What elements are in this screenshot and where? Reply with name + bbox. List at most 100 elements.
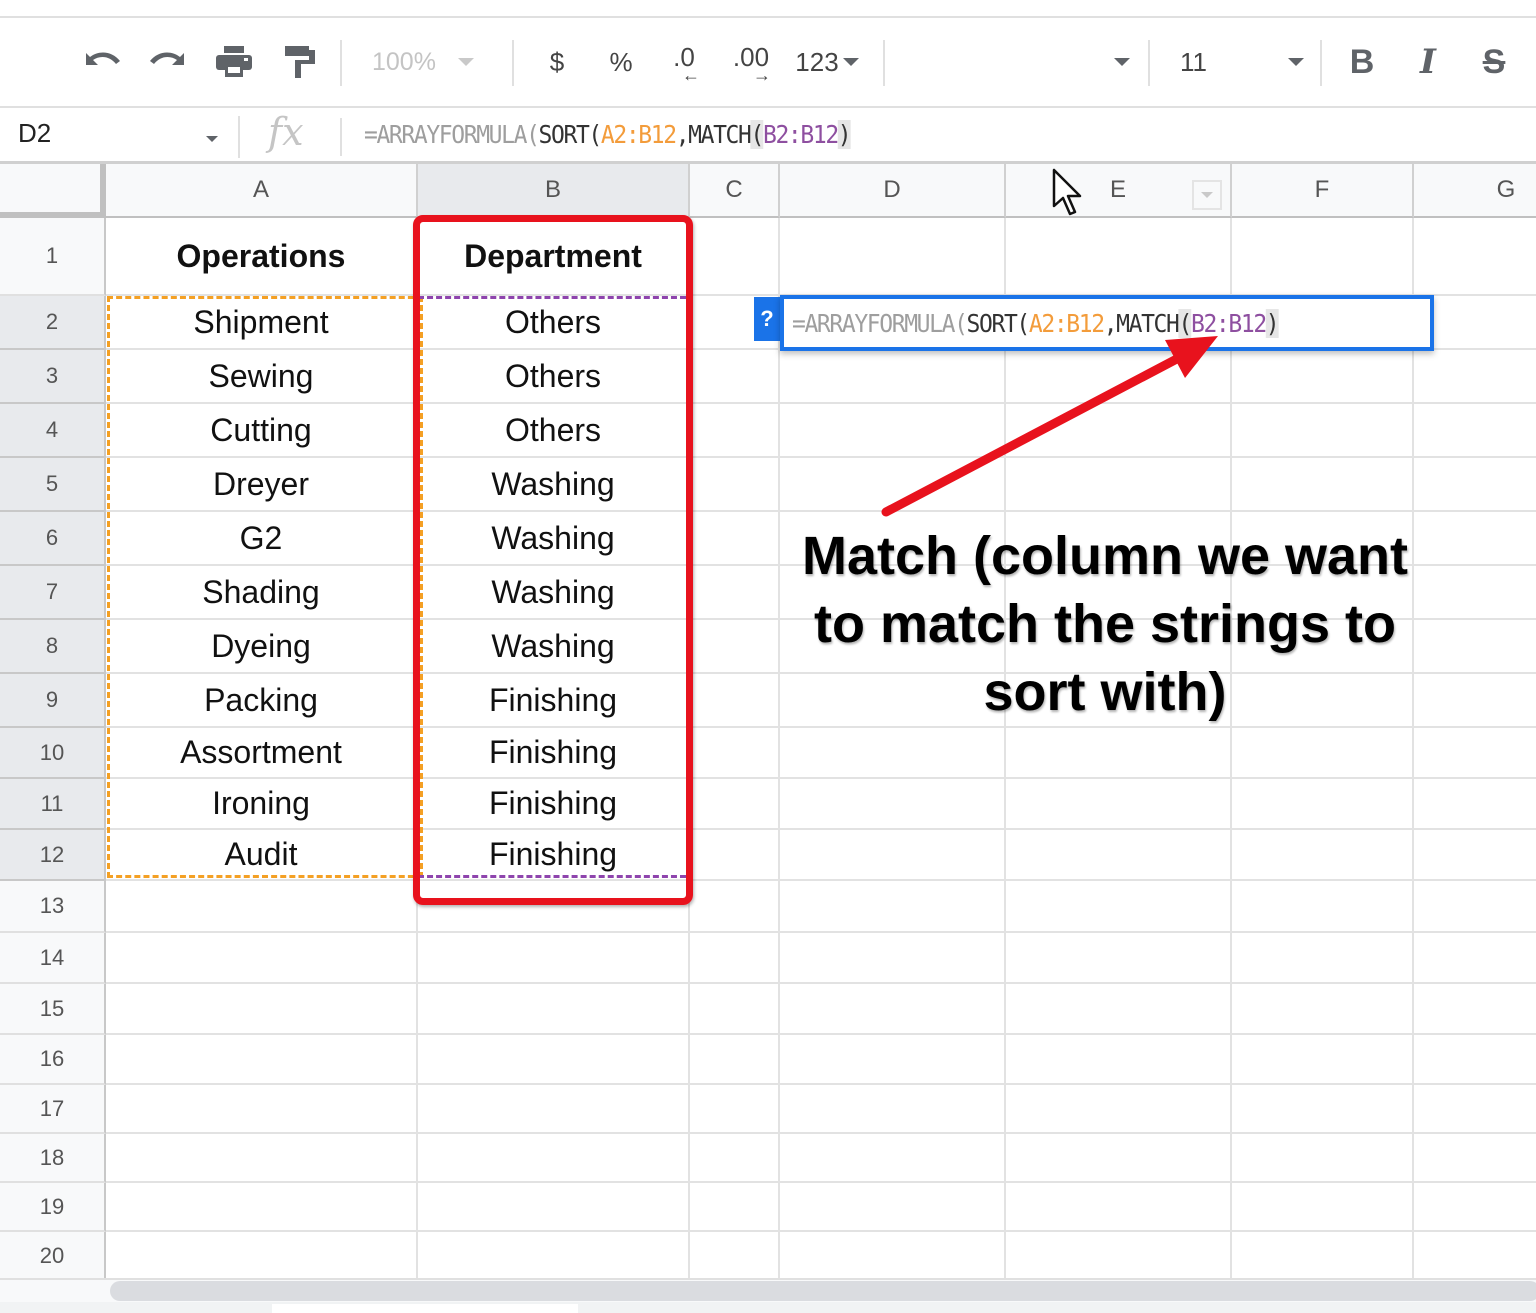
cell-a18[interactable]	[106, 1134, 418, 1183]
cell-c3[interactable]	[690, 350, 780, 404]
cell-e19[interactable]	[1006, 1183, 1232, 1232]
cell-a9[interactable]: Packing	[106, 674, 418, 728]
cell-d5[interactable]	[780, 458, 1006, 512]
cell-c18[interactable]	[690, 1134, 780, 1183]
increase-decimal-button[interactable]: .00 →	[728, 40, 774, 84]
row-header-19[interactable]: 19	[0, 1183, 106, 1232]
cell-a6[interactable]: G2	[106, 512, 418, 566]
cell-a2[interactable]: Shipment	[106, 296, 418, 350]
cell-f16[interactable]	[1232, 1035, 1414, 1085]
row-header-18[interactable]: 18	[0, 1134, 106, 1183]
row-header-10[interactable]: 10	[0, 728, 106, 779]
cell-d3[interactable]	[780, 350, 1006, 404]
cell-f19[interactable]	[1232, 1183, 1414, 1232]
cell-b15[interactable]	[418, 984, 690, 1035]
sheet-tab[interactable]	[272, 1304, 578, 1313]
cell-editor-text[interactable]: =ARRAYFORMULA(SORT(A2:B12,MATCH(B2:B12)	[792, 309, 1280, 338]
cell-d20[interactable]	[780, 1232, 1006, 1281]
cell-c7[interactable]	[690, 566, 780, 620]
cell-f1[interactable]	[1232, 218, 1414, 296]
row-header-9[interactable]: 9	[0, 674, 106, 728]
cell-b16[interactable]	[418, 1035, 690, 1085]
cell-e11[interactable]	[1006, 779, 1232, 830]
cell-c15[interactable]	[690, 984, 780, 1035]
cell-a14[interactable]	[106, 933, 418, 984]
cell-g18[interactable]	[1414, 1134, 1536, 1183]
cell-e20[interactable]	[1006, 1232, 1232, 1281]
cell-b8[interactable]: Washing	[418, 620, 690, 674]
cell-g19[interactable]	[1414, 1183, 1536, 1232]
undo-button[interactable]	[80, 40, 124, 84]
cell-b19[interactable]	[418, 1183, 690, 1232]
cell-a12[interactable]: Audit	[106, 830, 418, 881]
cell-a17[interactable]	[106, 1085, 418, 1134]
row-header-13[interactable]: 13	[0, 881, 106, 933]
cell-f4[interactable]	[1232, 404, 1414, 458]
cell-a15[interactable]	[106, 984, 418, 1035]
cell-g11[interactable]	[1414, 779, 1536, 830]
cell-b11[interactable]: Finishing	[418, 779, 690, 830]
currency-format-button[interactable]: $	[540, 40, 574, 84]
cell-g1[interactable]	[1414, 218, 1536, 296]
cell-a3[interactable]: Sewing	[106, 350, 418, 404]
cell-a11[interactable]: Ironing	[106, 779, 418, 830]
cell-f17[interactable]	[1232, 1085, 1414, 1134]
cell-d17[interactable]	[780, 1085, 1006, 1134]
font-family-select[interactable]	[900, 40, 1130, 84]
cell-b10[interactable]: Finishing	[418, 728, 690, 779]
cell-c19[interactable]	[690, 1183, 780, 1232]
cell-e5[interactable]	[1006, 458, 1232, 512]
row-header-14[interactable]: 14	[0, 933, 106, 984]
cell-e17[interactable]	[1006, 1085, 1232, 1134]
cell-d4[interactable]	[780, 404, 1006, 458]
cell-f13[interactable]	[1232, 881, 1414, 933]
cell-c8[interactable]	[690, 620, 780, 674]
formula-help-badge[interactable]: ?	[754, 297, 780, 341]
cell-a7[interactable]: Shading	[106, 566, 418, 620]
column-header-g[interactable]: G	[1414, 164, 1536, 218]
cell-g17[interactable]	[1414, 1085, 1536, 1134]
cell-f10[interactable]	[1232, 728, 1414, 779]
cell-c1[interactable]	[690, 218, 780, 296]
cell-g10[interactable]	[1414, 728, 1536, 779]
cell-a16[interactable]	[106, 1035, 418, 1085]
cell-b14[interactable]	[418, 933, 690, 984]
cell-f5[interactable]	[1232, 458, 1414, 512]
cell-e1[interactable]	[1006, 218, 1232, 296]
cell-c9[interactable]	[690, 674, 780, 728]
cell-a10[interactable]: Assortment	[106, 728, 418, 779]
cell-f11[interactable]	[1232, 779, 1414, 830]
cell-c10[interactable]	[690, 728, 780, 779]
cell-a5[interactable]: Dreyer	[106, 458, 418, 512]
cell-d1[interactable]	[780, 218, 1006, 296]
cell-d13[interactable]	[780, 881, 1006, 933]
cell-f18[interactable]	[1232, 1134, 1414, 1183]
cell-f20[interactable]	[1232, 1232, 1414, 1281]
cell-b6[interactable]: Washing	[418, 512, 690, 566]
cell-c17[interactable]	[690, 1085, 780, 1134]
row-header-15[interactable]: 15	[0, 984, 106, 1035]
select-all-corner[interactable]	[0, 164, 106, 218]
cell-b9[interactable]: Finishing	[418, 674, 690, 728]
column-header-a[interactable]: A	[106, 164, 418, 218]
cell-e10[interactable]	[1006, 728, 1232, 779]
cell-a19[interactable]	[106, 1183, 418, 1232]
more-formats-button[interactable]: 123	[790, 40, 864, 84]
cell-g15[interactable]	[1414, 984, 1536, 1035]
cell-g14[interactable]	[1414, 933, 1536, 984]
row-header-4[interactable]: 4	[0, 404, 106, 458]
row-header-16[interactable]: 16	[0, 1035, 106, 1085]
bold-button[interactable]: B	[1342, 40, 1382, 84]
cell-c12[interactable]	[690, 830, 780, 881]
cell-d11[interactable]	[780, 779, 1006, 830]
cell-a1[interactable]: Operations	[106, 218, 418, 296]
cell-c6[interactable]	[690, 512, 780, 566]
row-header-3[interactable]: 3	[0, 350, 106, 404]
italic-button[interactable]: I	[1408, 40, 1448, 84]
row-header-2[interactable]: 2	[0, 296, 106, 350]
cell-e18[interactable]	[1006, 1134, 1232, 1183]
cell-f15[interactable]	[1232, 984, 1414, 1035]
cell-f3[interactable]	[1232, 350, 1414, 404]
cell-b13[interactable]	[418, 881, 690, 933]
cell-a8[interactable]: Dyeing	[106, 620, 418, 674]
